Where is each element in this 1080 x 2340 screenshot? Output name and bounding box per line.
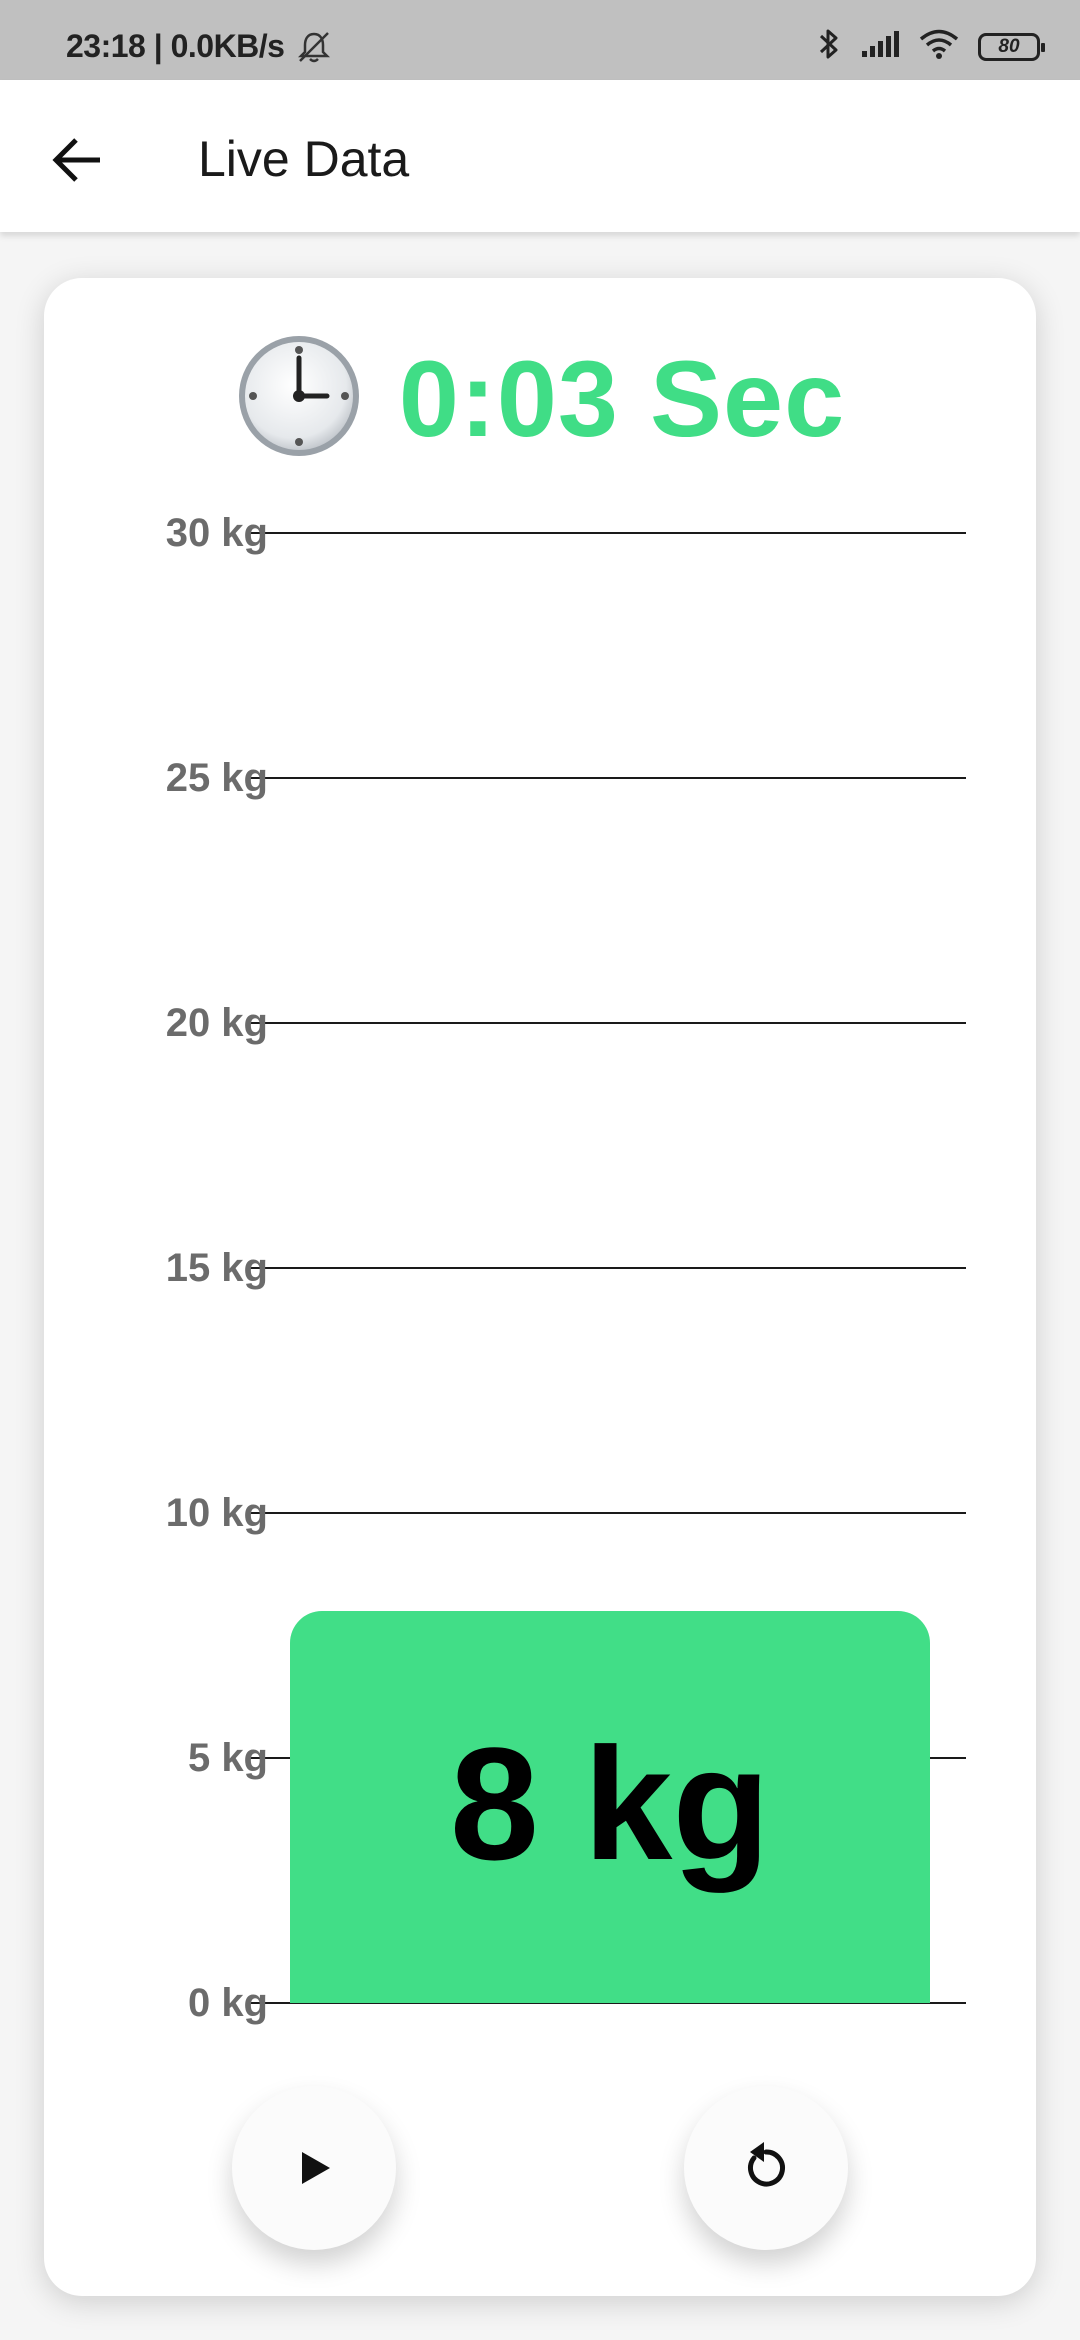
arrow-left-icon [52, 138, 100, 182]
grid-line [246, 532, 966, 534]
bar-value-label: 8 kg [449, 1714, 771, 1893]
status-bar: 23:18 | 0.0KB/s 80 [0, 0, 1080, 80]
status-time: 23:18 | 0.0KB/s [66, 28, 285, 64]
page-title: Live Data [198, 131, 410, 187]
bluetooth-icon [816, 26, 842, 67]
grid-line [246, 1512, 966, 1514]
wifi-icon [918, 28, 960, 65]
live-weight-chart: 0 kg 5 kg 10 kg 15 kg 20 kg 25 kg 30 kg 8 kg [44, 278, 1036, 2296]
y-tick-label: 5 kg [187, 1736, 268, 1780]
y-tick-label: 0 kg [187, 1981, 268, 2025]
y-tick-label: 10 kg [165, 1491, 268, 1535]
reset-button[interactable] [684, 2086, 848, 2250]
play-button[interactable] [232, 2086, 396, 2250]
signal-icon [860, 29, 900, 64]
grid-line [246, 1267, 966, 1269]
mute-bell-icon [296, 30, 332, 69]
back-button[interactable] [38, 120, 118, 200]
y-tick-label: 15 kg [165, 1246, 268, 1290]
battery-level: 80 [998, 35, 1020, 57]
reset-icon [748, 2142, 785, 2187]
live-data-card: 0:03 Sec 0 kg 5 kg 10 kg 15 kg 20 kg 25 kg 30 … [44, 278, 1036, 2296]
app-bar: Live Data [0, 80, 1080, 232]
grid-line [246, 777, 966, 779]
y-tick-label: 30 kg [165, 511, 268, 555]
play-icon [302, 2152, 330, 2184]
y-tick-label: 25 kg [165, 756, 268, 800]
grid-line [246, 1022, 966, 1024]
y-tick-label: 20 kg [165, 1001, 268, 1045]
battery-icon: 80 [978, 32, 1045, 61]
